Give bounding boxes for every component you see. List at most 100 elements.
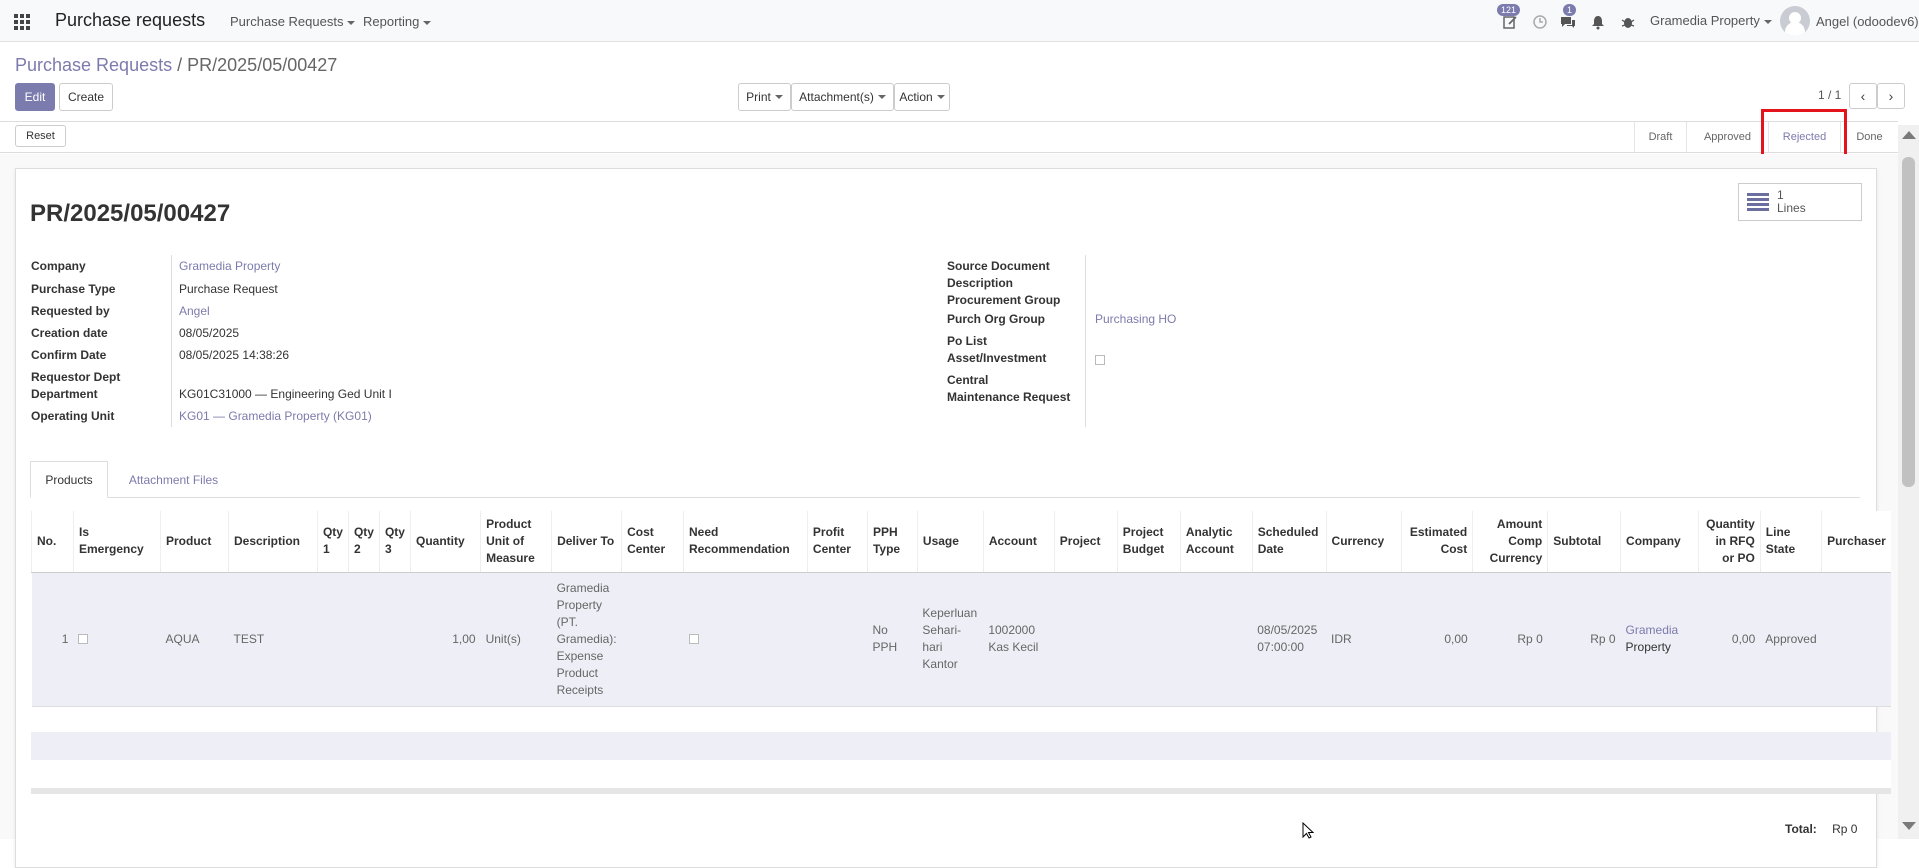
col-project-budget[interactable]: Project Budget	[1116, 511, 1181, 573]
attachments-button[interactable]: Attachment(s)	[791, 83, 894, 111]
clock-icon[interactable]	[1532, 14, 1548, 30]
company-switcher-label: Gramedia Property	[1650, 13, 1760, 28]
print-button-label: Print	[746, 90, 771, 104]
table-header-row: No. Is Emergency Product Description Qty…	[31, 511, 1891, 573]
col-scheduled-date[interactable]: Scheduled Date	[1251, 511, 1327, 573]
requested-by-label: Requested by	[31, 304, 110, 318]
col-need-recommendation[interactable]: Need Recommendation	[683, 511, 808, 573]
debug-bug-icon[interactable]	[1620, 14, 1636, 30]
table-row[interactable]: 1 AQUA TEST 1,00 Unit(s) Gramedia Proper…	[31, 572, 1891, 707]
col-pph-type[interactable]: PPH Type	[866, 511, 918, 573]
lines-smart-button-text: 1 Lines	[1777, 189, 1806, 215]
col-analytic-account[interactable]: Analytic Account	[1179, 511, 1253, 573]
company-value[interactable]: Gramedia Property	[179, 258, 280, 275]
cell-currency: IDR	[1326, 572, 1402, 707]
menu-reporting[interactable]: Reporting	[363, 14, 432, 29]
bell-icon[interactable]	[1590, 14, 1606, 30]
cell-qty2	[348, 572, 380, 707]
col-product[interactable]: Product	[160, 511, 229, 573]
col-profit-center[interactable]: Profit Center	[806, 511, 868, 573]
tab-products[interactable]: Products	[30, 461, 108, 498]
company-switcher[interactable]: Gramedia Property	[1650, 13, 1772, 28]
col-subtotal[interactable]: Subtotal	[1547, 511, 1621, 573]
cell-subtotal: Rp 0	[1547, 572, 1621, 707]
scroll-down-icon[interactable]	[1902, 822, 1916, 830]
empty-row	[31, 760, 1891, 788]
creation-date-value: 08/05/2025	[179, 326, 240, 340]
cell-estimated-cost: 0,00	[1401, 572, 1473, 707]
col-cost-center[interactable]: Cost Center	[621, 511, 684, 573]
col-line-state[interactable]: Line State	[1759, 511, 1822, 573]
user-menu[interactable]: Angel (odoodev6)	[1816, 14, 1919, 29]
menu-purchase-requests[interactable]: Purchase Requests	[230, 14, 356, 29]
breadcrumb-current: PR/2025/05/00427	[187, 55, 338, 75]
stage-approved[interactable]: Approved	[1686, 122, 1768, 152]
col-is-emergency[interactable]: Is Emergency	[72, 511, 161, 573]
col-no[interactable]: No.	[31, 511, 74, 573]
create-button[interactable]: Create	[59, 83, 113, 111]
cell-line-state: Approved	[1760, 572, 1822, 707]
tab-attachment-files[interactable]: Attachment Files	[110, 461, 237, 498]
is-emergency-checkbox[interactable]	[78, 634, 89, 644]
lines-smart-button[interactable]: 1 Lines	[1738, 183, 1862, 221]
edit-button[interactable]: Edit	[15, 83, 55, 111]
creation-date-label: Creation date	[31, 326, 108, 340]
scroll-up-icon[interactable]	[1902, 131, 1916, 139]
col-company[interactable]: Company	[1620, 511, 1699, 573]
cell-quantity: 1,00	[410, 572, 481, 707]
col-qty-rfq-po[interactable]: Quantity in RFQ or PO	[1697, 511, 1761, 573]
list-icon	[1747, 193, 1769, 211]
col-qty3[interactable]: Qty 3	[378, 511, 411, 573]
activity-badge: 121	[1497, 4, 1521, 16]
pager-next-button[interactable]: ›	[1877, 83, 1905, 109]
cell-project	[1054, 572, 1118, 707]
col-usage[interactable]: Usage	[916, 511, 984, 573]
vertical-scrollbar[interactable]	[1898, 125, 1919, 839]
description-label: Description	[947, 276, 1014, 290]
stage-draft[interactable]: Draft	[1634, 122, 1686, 152]
col-purchaser[interactable]: Purchaser	[1821, 511, 1891, 573]
pager-previous-button[interactable]: ‹	[1849, 83, 1877, 109]
col-estimated-cost[interactable]: Estimated Cost	[1401, 511, 1473, 573]
col-deliver-to[interactable]: Deliver To	[551, 511, 622, 573]
pager-value[interactable]: 1 / 1	[1818, 88, 1841, 102]
cell-qty3	[379, 572, 411, 707]
menu-reporting-label: Reporting	[363, 14, 420, 29]
po-list-label: Po List	[947, 334, 988, 348]
requestor-dept-label: Requestor Dept	[31, 370, 121, 384]
col-account[interactable]: Account	[982, 511, 1055, 573]
col-amount-comp-currency[interactable]: Amount Comp Currency	[1472, 511, 1548, 573]
confirm-date-value: 08/05/2025 14:38:26	[179, 348, 290, 362]
breadcrumb-parent-link[interactable]: Purchase Requests	[15, 55, 172, 75]
reset-button[interactable]: Reset	[15, 125, 66, 147]
scrollbar-thumb[interactable]	[1902, 157, 1915, 487]
col-uom[interactable]: Product Unit of Measure	[480, 511, 552, 573]
mouse-cursor-icon	[1302, 822, 1314, 839]
col-currency[interactable]: Currency	[1325, 511, 1402, 573]
action-button[interactable]: Action	[894, 83, 950, 111]
notebook-tabs: Products Attachment Files	[30, 461, 1860, 498]
need-recommendation-checkbox[interactable]	[688, 634, 699, 644]
col-project[interactable]: Project	[1053, 511, 1118, 573]
print-button[interactable]: Print	[738, 83, 791, 111]
avatar[interactable]	[1780, 6, 1810, 36]
col-qty2[interactable]: Qty 2	[347, 511, 380, 573]
asset-investment-checkbox[interactable]	[1095, 355, 1105, 365]
col-qty1[interactable]: Qty 1	[316, 511, 349, 573]
company-link[interactable]: Gramedia	[1626, 623, 1679, 637]
cell-is-emergency	[73, 572, 161, 707]
stage-done[interactable]: Done	[1840, 122, 1898, 152]
purch-org-group-value[interactable]: Purchasing HO	[1095, 311, 1176, 328]
chevron-down-icon	[936, 95, 945, 99]
total-row: Total: Rp 0	[1785, 822, 1857, 836]
activity-edit-icon[interactable]	[1502, 14, 1518, 30]
chat-icon[interactable]	[1560, 14, 1576, 30]
operating-unit-value[interactable]: KG01 — Gramedia Property (KG01)	[179, 408, 372, 425]
apps-menu-icon[interactable]	[14, 14, 30, 30]
requested-by-value[interactable]: Angel	[179, 303, 210, 320]
col-description[interactable]: Description	[227, 511, 318, 573]
cell-qty-rfq: 0,00	[1698, 572, 1761, 707]
col-quantity[interactable]: Quantity	[409, 511, 481, 573]
department-value: KG01C31000 — Engineering Ged Unit I	[179, 387, 392, 401]
cell-purchaser	[1821, 572, 1891, 707]
